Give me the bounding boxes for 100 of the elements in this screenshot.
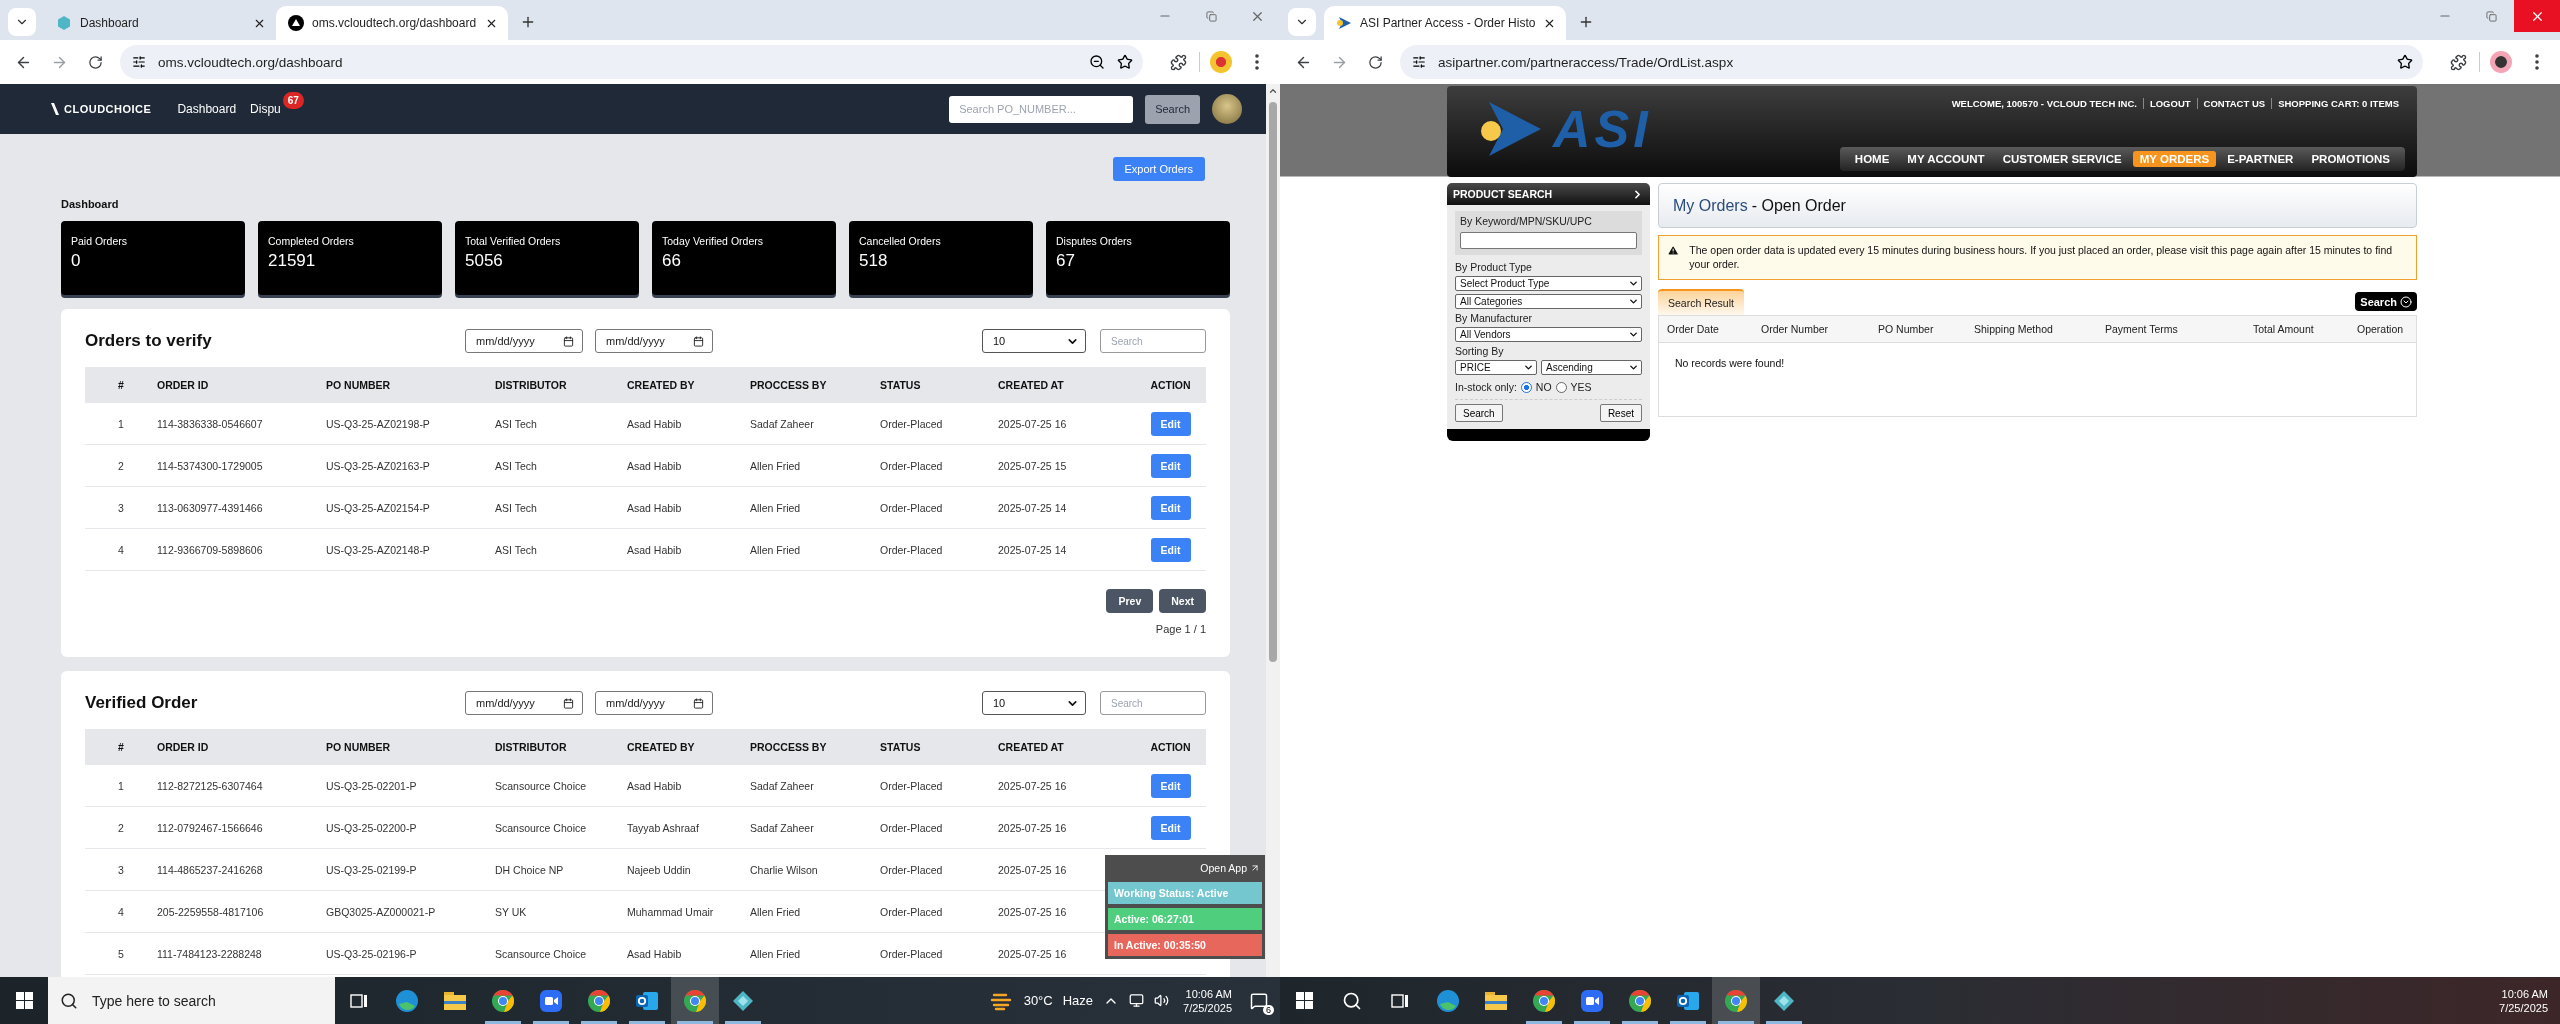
date-field[interactable]: mm/dd/yyyy [465, 329, 583, 353]
table-cell-text: Asad Habib [627, 779, 683, 792]
browser-tab[interactable]: oms.vcloudtech.org/dashboard [276, 6, 508, 40]
select-field[interactable]: All Vendors [1455, 327, 1642, 342]
diamond-app-icon [1772, 988, 1796, 1013]
chevron-down-icon [1628, 329, 1639, 340]
address-bar[interactable]: oms.vcloudtech.org/dashboard [120, 45, 1143, 79]
select-field[interactable]: All Categories [1455, 294, 1642, 309]
edit-button[interactable]: Edit [1150, 411, 1191, 436]
keyword-field[interactable] [1460, 232, 1637, 249]
stat-label: Today Verified Orders [662, 235, 764, 247]
scrollbar[interactable] [1266, 84, 1280, 977]
volume-icon[interactable] [1154, 993, 1170, 1008]
browser-tab[interactable]: ASI Partner Access - Order Histo [1324, 6, 1567, 40]
table-cell-text: 111-7484123-2288248 [157, 947, 263, 960]
edge-browser-icon [395, 988, 419, 1013]
chrome-browser-icon [1724, 988, 1748, 1013]
address-bar[interactable]: asipartner.com/partneraccess/Trade/OrdList.aspx [1400, 45, 2423, 79]
search-field[interactable]: Search [1100, 691, 1206, 715]
title-link[interactable]: My Orders [1673, 196, 1748, 215]
nav-item[interactable]: CUSTOMER SERVICE [1995, 151, 2129, 167]
network-icon[interactable] [1129, 993, 1145, 1008]
radio-button[interactable] [1520, 381, 1532, 393]
chevron-down-icon [1523, 362, 1534, 373]
brand-name: ASI [1553, 98, 1652, 159]
column-header: Payment Terms [2105, 323, 2179, 336]
nav-item[interactable]: E-PARTNER [2220, 151, 2301, 167]
restore-icon [2485, 10, 2497, 22]
nav-item[interactable]: HOME [1847, 151, 1897, 167]
edit-button[interactable]: Edit [1150, 495, 1191, 520]
zoom-out-icon[interactable] [1089, 54, 1105, 70]
date-field[interactable]: mm/dd/yyyy [595, 329, 713, 353]
edit-button[interactable]: Edit [1150, 773, 1191, 798]
table-cell-text: 112-9366709-5898606 [157, 543, 264, 556]
nav-link[interactable]: Dashboard [175, 98, 239, 120]
bookmark-star-icon[interactable] [1117, 54, 1133, 70]
calendar-icon [563, 335, 574, 347]
scrollbar-thumb[interactable] [1269, 102, 1277, 662]
select-field[interactable]: Select Product Type [1455, 276, 1642, 291]
table-cell-text: Allen Fried [750, 501, 802, 514]
browser-tab[interactable]: Dashboard [44, 6, 276, 40]
next-button[interactable]: Next [1159, 589, 1206, 613]
card-title: Verified Order [85, 693, 199, 713]
count-badge: 67 [282, 92, 304, 109]
search-button[interactable]: Search [1455, 404, 1503, 422]
calendar-icon [693, 335, 704, 347]
date-field[interactable]: mm/dd/yyyy [595, 691, 713, 715]
taskbar-search-input[interactable]: Type here to search [90, 991, 323, 1010]
export-button[interactable]: Export Orders [1112, 157, 1205, 181]
stat-label: Disputes Orders [1056, 235, 1133, 247]
select-field[interactable]: Ascending [1541, 360, 1642, 375]
stat-label: Cancelled Orders [859, 235, 942, 247]
edit-button[interactable]: Edit [1150, 537, 1191, 562]
table-cell-text: US-Q3-25-AZ02163-P [326, 459, 431, 472]
table-cell-text: 2025-07-25 16 [998, 863, 1068, 876]
table-cell-text: GBQ3025-AZ000021-P [326, 905, 437, 918]
hexagon-favicon-icon [56, 15, 72, 31]
clock-date: 7/25/2025 [2499, 1001, 2548, 1014]
column-header: CREATED AT [998, 741, 1065, 753]
bookmark-star-icon[interactable] [2397, 54, 2413, 70]
notifications-icon[interactable] [1250, 991, 1268, 1010]
site-settings-icon[interactable] [132, 55, 146, 69]
table-cell-text: Order-Placed [880, 459, 944, 472]
table-cell-text: Tayyab Ashraaf [627, 821, 700, 834]
search-field[interactable]: Search PO_NUMBER... [949, 95, 1134, 123]
result-tab[interactable]: Search Result [1658, 289, 1744, 316]
nav-item[interactable]: MY ACCOUNT [1900, 151, 1992, 167]
notice-text: The open order data is updated every 15 minutes during business hours. If you just placed an order, please visit this page again after 15 minutes to find your order. [1689, 244, 2394, 272]
avatar[interactable] [1212, 94, 1242, 124]
prev-button[interactable]: Prev [1106, 589, 1154, 613]
table-cell-text: Order-Placed [880, 863, 944, 876]
table-cell-text: DH Choice NP [495, 863, 565, 876]
search-button[interactable]: Search [2355, 292, 2417, 312]
table-cell-text: Asad Habib [627, 459, 683, 472]
header-link[interactable]: LOGOUT [2142, 98, 2197, 109]
table-cell-text: 5 [117, 947, 125, 960]
chevron-down-icon [1628, 296, 1639, 307]
radio-button[interactable] [1555, 381, 1567, 393]
edit-button[interactable]: Edit [1150, 815, 1191, 840]
date-field[interactable]: mm/dd/yyyy [465, 691, 583, 715]
column-header: STATUS [880, 741, 922, 753]
table-cell-text: ASI Tech [495, 459, 538, 472]
taskbar-search-field[interactable]: Type here to search [48, 977, 335, 1024]
search-field[interactable]: Search [1100, 329, 1206, 353]
table-cell-text: US-Q3-25-02196-P [326, 947, 418, 960]
open-app-link[interactable]: Open App [1198, 862, 1262, 874]
search-button[interactable]: Search [1145, 94, 1200, 124]
nav-item[interactable]: PROMOTIONS [2304, 151, 2397, 167]
scroll-up-icon[interactable] [1268, 86, 1278, 96]
calendar-icon [693, 697, 704, 709]
reset-button[interactable]: Reset [1599, 404, 1642, 422]
page-size-select[interactable]: 10 [982, 329, 1086, 353]
select-field[interactable]: PRICE [1455, 360, 1537, 375]
header-link[interactable]: SHOPPING CART: 0 ITEMS [2271, 98, 2405, 109]
nav-link[interactable]: Dispu [248, 98, 283, 120]
page-size-select[interactable]: 10 [982, 691, 1086, 715]
edit-button[interactable]: Edit [1150, 453, 1191, 478]
site-settings-icon[interactable] [1412, 55, 1426, 69]
table-cell-text: Order-Placed [880, 543, 944, 556]
header-link[interactable]: CONTACT US [2196, 98, 2272, 109]
